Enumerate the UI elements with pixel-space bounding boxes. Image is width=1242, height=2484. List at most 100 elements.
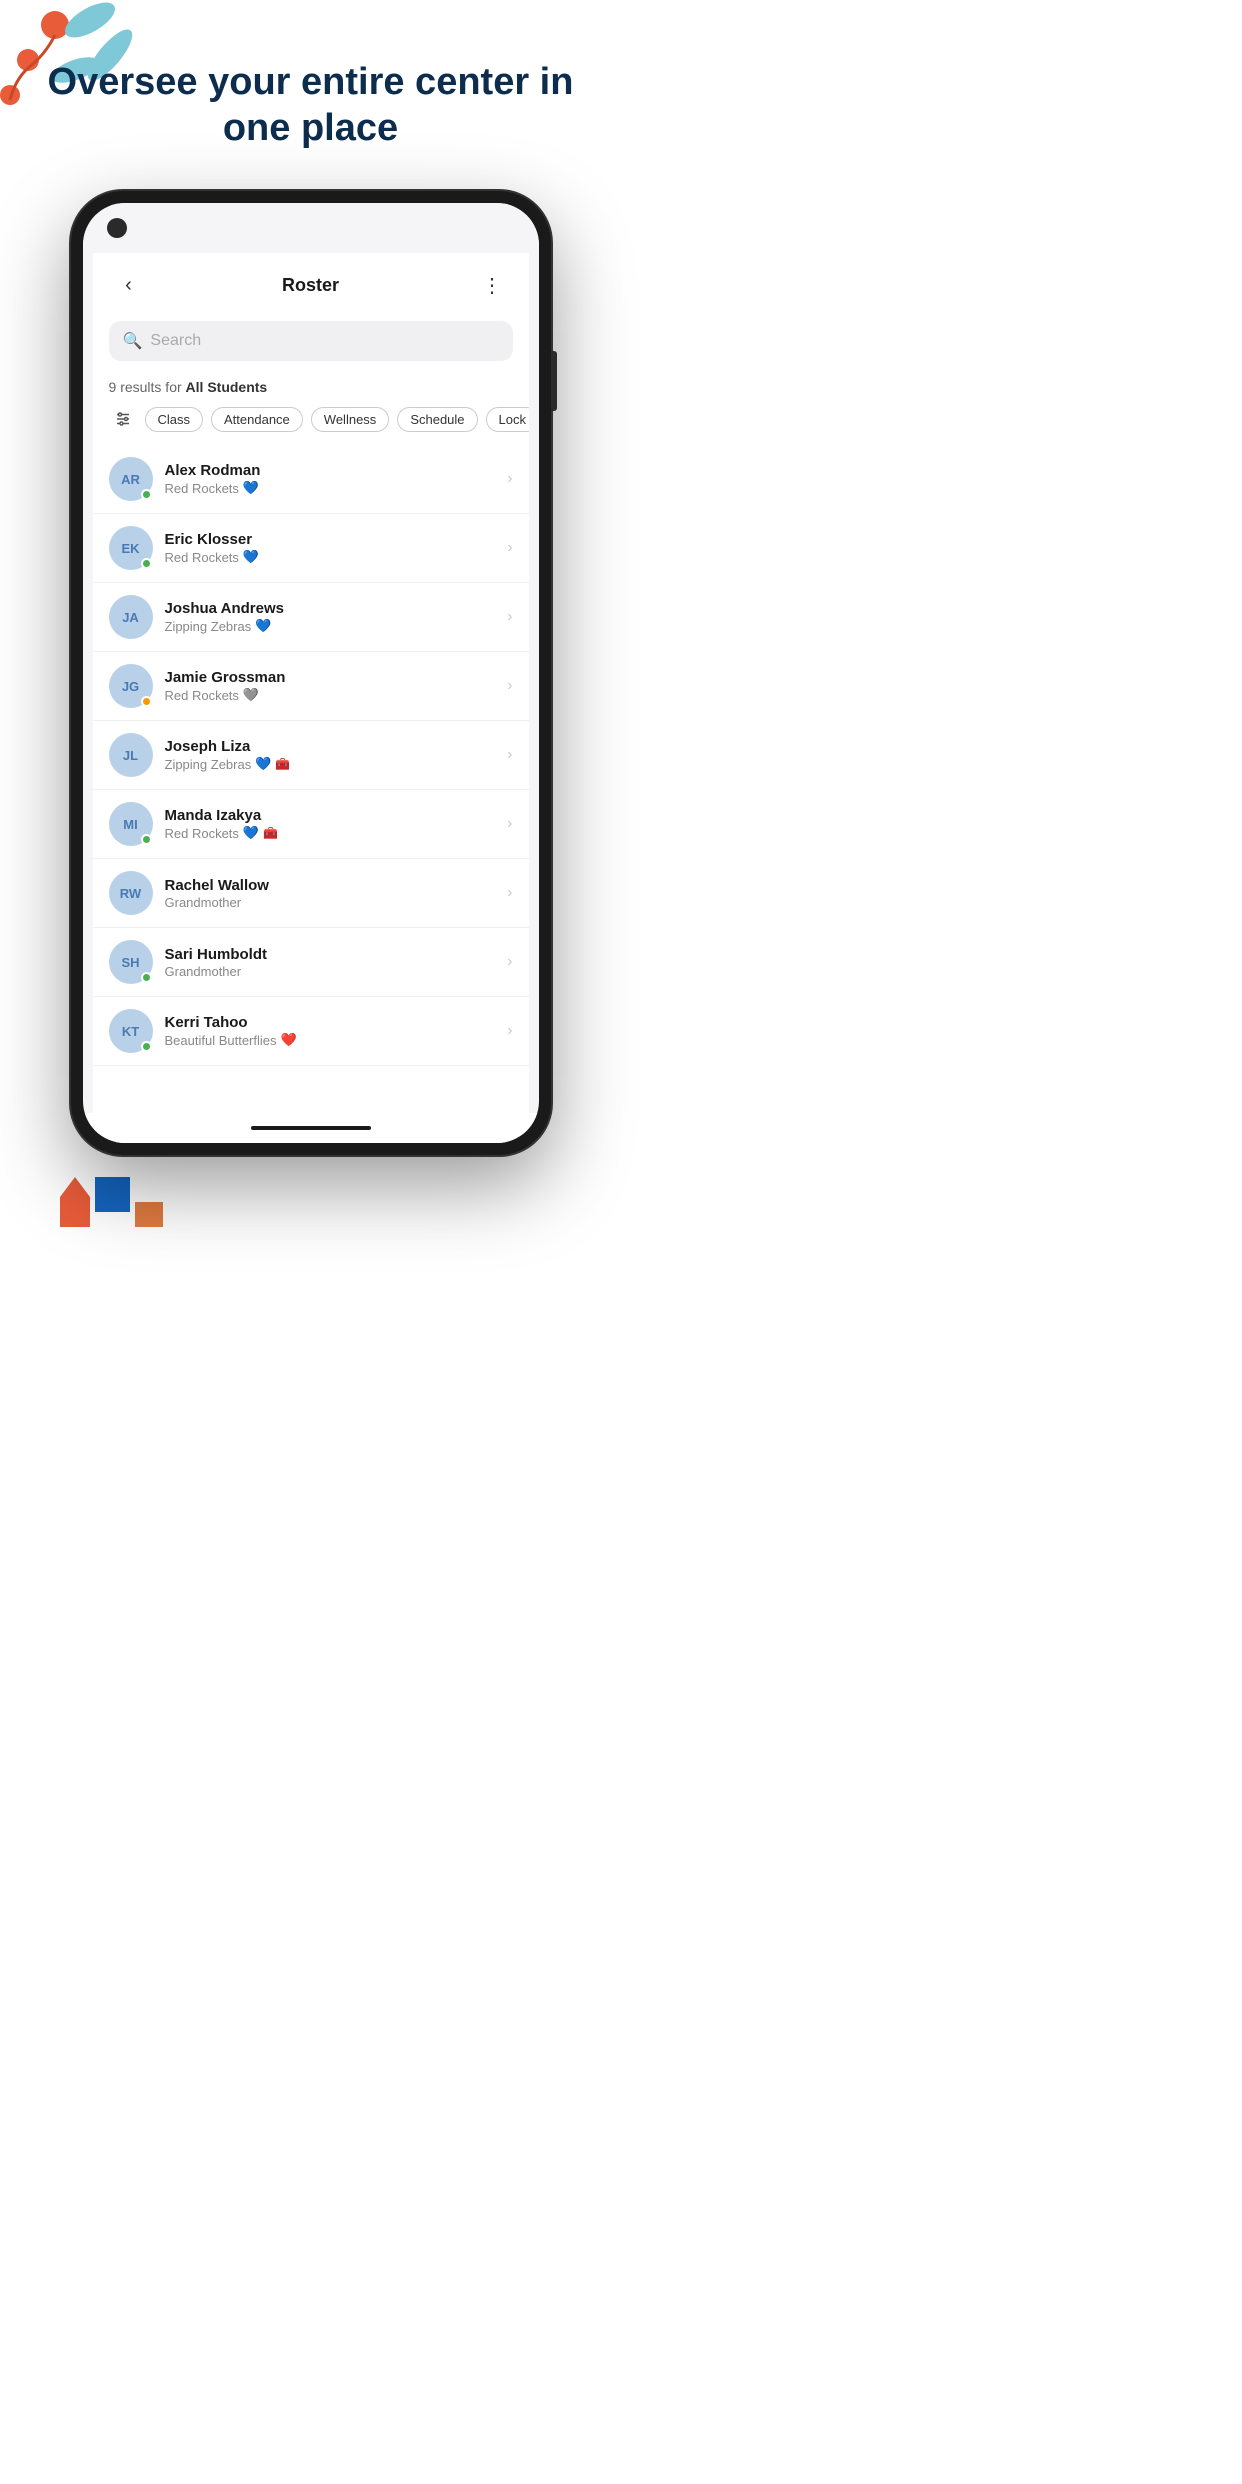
avatar-initials: SH [121,955,139,970]
class-name: Grandmother [165,895,242,910]
phone-wrapper: ‹ Roster ⋮ 🔍 Search 9 [0,171,621,1235]
student-info: Joshua Andrews Zipping Zebras 💙 [165,600,508,634]
student-class: Grandmother [165,895,508,910]
avatar: JG [109,664,153,708]
avatar: JL [109,733,153,777]
page-title: Roster [282,275,339,296]
student-name: Rachel Wallow [165,877,508,894]
student-name: Kerri Tahoo [165,1014,508,1031]
search-icon: 🔍 [123,331,143,351]
student-name: Joseph Liza [165,738,508,755]
student-class: Red Rockets 🩶 [165,687,508,703]
student-name: Alex Rodman [165,462,508,479]
avatar: RW [109,871,153,915]
chevron-right-icon: › [507,884,512,902]
student-name: Eric Klosser [165,531,508,548]
student-name: Joshua Andrews [165,600,508,617]
status-dot [141,1041,152,1052]
table-row[interactable]: KT Kerri Tahoo Beautiful Butterflies ❤️ … [93,997,529,1066]
filter-chip-wellness[interactable]: Wellness [311,407,390,432]
class-name: Red Rockets [165,481,239,496]
hero-section: Oversee your entire center in one place [0,0,621,171]
table-row[interactable]: AR Alex Rodman Red Rockets 💙 › [93,445,529,514]
medical-icon: 🧰 [275,757,290,771]
student-name: Jamie Grossman [165,669,508,686]
student-class: Zipping Zebras 💙 [165,618,508,634]
filter-settings-icon[interactable] [109,405,137,433]
class-name: Red Rockets [165,826,239,841]
student-info: Manda Izakya Red Rockets 💙 🧰 [165,807,508,841]
student-class: Zipping Zebras 💙 🧰 [165,756,508,772]
status-dot [141,834,152,845]
back-button[interactable]: ‹ [113,269,145,301]
class-name: Zipping Zebras [165,757,252,772]
avatar-initials: RW [120,886,141,901]
class-name: Grandmother [165,964,242,979]
phone-screen: ‹ Roster ⋮ 🔍 Search 9 [83,203,539,1143]
camera-dot [107,218,127,238]
chevron-right-icon: › [507,470,512,488]
class-name: Beautiful Butterflies [165,1033,277,1048]
results-segment: All Students [186,379,268,395]
student-info: Eric Klosser Red Rockets 💙 [165,531,508,565]
status-dot [141,489,152,500]
avatar-initials: MI [123,817,137,832]
student-info: Sari Humboldt Grandmother [165,946,508,979]
table-row[interactable]: JA Joshua Andrews Zipping Zebras 💙 › [93,583,529,652]
student-info: Alex Rodman Red Rockets 💙 [165,462,508,496]
chevron-right-icon: › [507,1022,512,1040]
class-name: Red Rockets [165,550,239,565]
app-content: ‹ Roster ⋮ 🔍 Search 9 [93,253,529,1113]
status-dot [141,696,152,707]
filter-chip-class[interactable]: Class [145,407,204,432]
class-name: Red Rockets [165,688,239,703]
chevron-right-icon: › [507,539,512,557]
table-row[interactable]: JG Jamie Grossman Red Rockets 🩶 › [93,652,529,721]
student-class: Red Rockets 💙 [165,480,508,496]
heart-grey-icon: 🩶 [243,687,259,703]
table-row[interactable]: MI Manda Izakya Red Rockets 💙 🧰 › [93,790,529,859]
table-row[interactable]: RW Rachel Wallow Grandmother › [93,859,529,928]
avatar-initials: EK [121,541,139,556]
filter-row: Class Attendance Wellness Schedule Lock [93,405,529,445]
home-bar-line [251,1126,371,1130]
search-container: 🔍 Search [93,313,529,373]
phone-frame: ‹ Roster ⋮ 🔍 Search 9 [71,191,551,1155]
back-chevron-icon: ‹ [125,274,132,297]
heart-icon: 💙 [255,756,271,772]
heart-icon: 💙 [255,618,271,634]
chevron-right-icon: › [507,953,512,971]
student-list: AR Alex Rodman Red Rockets 💙 › [93,445,529,1066]
student-class: Red Rockets 💙 [165,549,508,565]
avatar: AR [109,457,153,501]
student-info: Rachel Wallow Grandmother [165,877,508,910]
avatar-initials: JG [122,679,139,694]
student-name: Sari Humboldt [165,946,508,963]
student-info: Joseph Liza Zipping Zebras 💙 🧰 [165,738,508,772]
student-info: Jamie Grossman Red Rockets 🩶 [165,669,508,703]
search-bar[interactable]: 🔍 Search [109,321,513,361]
table-row[interactable]: EK Eric Klosser Red Rockets 💙 › [93,514,529,583]
home-bar [83,1113,539,1143]
avatar-initials: JA [122,610,139,625]
heart-icon: 💙 [243,480,259,496]
avatar-initials: KT [122,1024,139,1039]
avatar: KT [109,1009,153,1053]
avatar: SH [109,940,153,984]
heart-icon: 💙 [243,549,259,565]
table-row[interactable]: JL Joseph Liza Zipping Zebras 💙 🧰 › [93,721,529,790]
student-class: Red Rockets 💙 🧰 [165,825,508,841]
results-info: 9 results for All Students [93,373,529,405]
chevron-right-icon: › [507,815,512,833]
status-dot [141,558,152,569]
filter-chip-attendance[interactable]: Attendance [211,407,303,432]
student-name: Manda Izakya [165,807,508,824]
medical-icon: 🧰 [263,826,278,840]
filter-chip-schedule[interactable]: Schedule [397,407,477,432]
student-class: Grandmother [165,964,508,979]
filter-chip-lock[interactable]: Lock [486,407,529,432]
table-row[interactable]: SH Sari Humboldt Grandmother › [93,928,529,997]
more-menu-button[interactable]: ⋮ [476,269,508,301]
search-input[interactable]: Search [150,332,201,350]
student-info: Kerri Tahoo Beautiful Butterflies ❤️ [165,1014,508,1048]
